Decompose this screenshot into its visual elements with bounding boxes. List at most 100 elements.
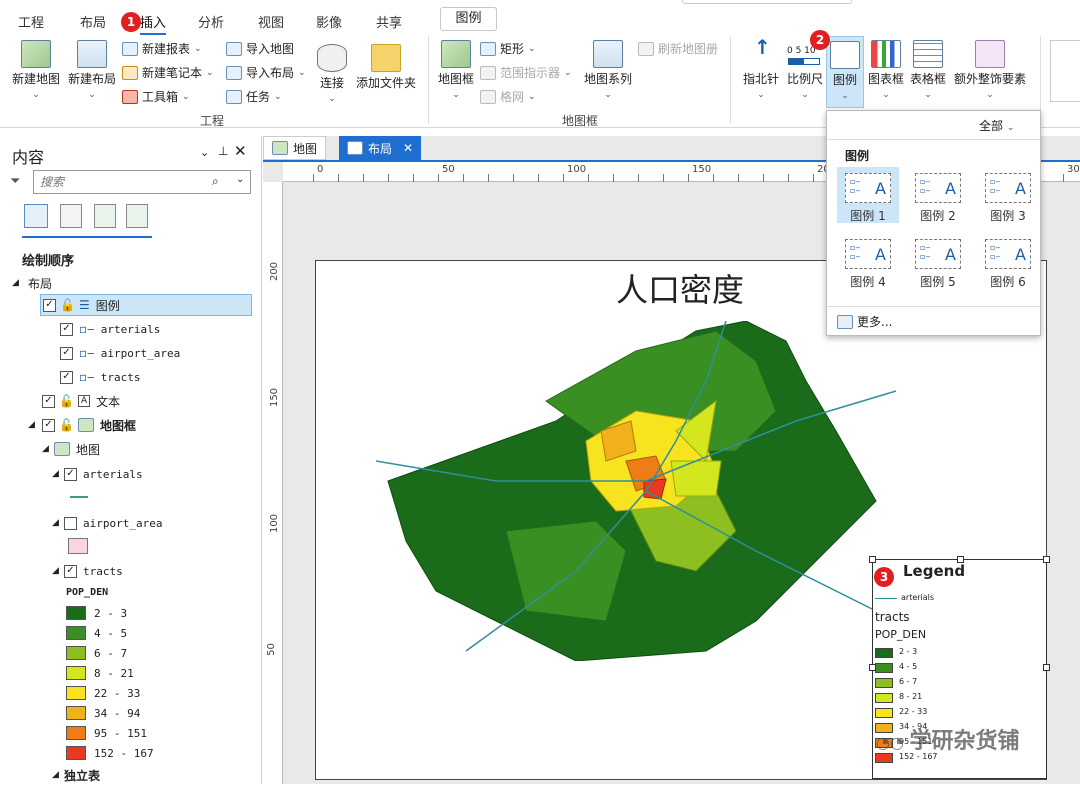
pane-options-icon[interactable]: ⌄	[200, 146, 209, 159]
legend-checkbox[interactable]: ✓	[43, 298, 56, 312]
tree-legend-arterials[interactable]: ✓ ▫‒ arterials	[60, 318, 160, 340]
toolbox-button[interactable]: 工具箱 ⌄	[122, 88, 190, 105]
class-row[interactable]: 8 - 21	[66, 662, 134, 684]
tree-layout[interactable]: ◢ 布局	[0, 272, 52, 294]
tree-legend-airport[interactable]: ✓ ▫‒ airport_area	[60, 342, 180, 364]
north-arrow-button[interactable]: ↑ 指北针 ⌄	[740, 35, 782, 102]
class-row[interactable]: 4 - 5	[66, 622, 127, 644]
map-frame-button[interactable]: 地图框 ⌄	[436, 40, 476, 102]
search-icon[interactable]: ⌕	[212, 174, 219, 189]
gallery-more-button[interactable]: 更多...	[837, 313, 892, 330]
import-map-button[interactable]: 导入地图	[226, 40, 294, 57]
new-map-button[interactable]: 新建地图 ⌄	[8, 40, 64, 102]
airport-symbol[interactable]	[68, 538, 88, 554]
legend-style-5[interactable]: ▫‒ ▫‒ A 图例 5	[907, 233, 969, 289]
tree-legend-tracts[interactable]: ✓ ▫‒ tracts	[60, 366, 141, 388]
tree-tracts[interactable]: ◢ ✓ tracts	[52, 560, 123, 582]
legend-button[interactable]: 图例 ⌄	[826, 36, 864, 108]
grid-button[interactable]: 格网 ⌄	[480, 88, 536, 105]
tab-insert[interactable]: 插入	[140, 12, 167, 35]
class-row[interactable]: 152 - 167	[66, 742, 154, 764]
legend-style-icon: ▫‒ ▫‒ A	[915, 173, 961, 203]
ruler-label: 300	[1067, 164, 1080, 175]
layout-page[interactable]: 人口密度 Legend arterials tracts POP_DEN 2 -…	[315, 260, 1050, 780]
class-swatch[interactable]	[66, 666, 86, 680]
new-notebook-button[interactable]: 新建笔记本 ⌄	[122, 64, 214, 81]
class-label: 34 - 94	[94, 706, 141, 720]
tree-map-frame[interactable]: ◢ ✓ 🔓 地图框	[28, 414, 136, 436]
tab-analysis[interactable]: 分析	[198, 12, 224, 31]
class-swatch[interactable]	[66, 746, 86, 760]
arterials-symbol[interactable]	[70, 496, 88, 498]
class-row[interactable]: 2 - 3	[66, 602, 127, 624]
tree-standalone-tables[interactable]: ◢ 独立表	[52, 764, 100, 786]
wechat-icon: ◔◔	[876, 733, 910, 752]
table-frame-button[interactable]: 表格框 ⌄	[906, 40, 950, 102]
class-swatch[interactable]	[66, 726, 86, 740]
map-series-button[interactable]: 地图系列 ⌄	[582, 40, 634, 102]
tab-layout[interactable]: 布局	[80, 12, 106, 31]
lock-icon[interactable]: 🔓	[59, 394, 74, 408]
list-by-selection-icon[interactable]	[94, 204, 116, 228]
pin-icon[interactable]: ⊥	[218, 144, 228, 158]
tree-legend[interactable]: ✓ 🔓 ☰ 图例	[40, 294, 252, 316]
new-report-button[interactable]: 新建报表 ⌄	[122, 40, 202, 57]
close-icon[interactable]: ✕	[234, 142, 247, 160]
tab-legend-context[interactable]: 图例	[440, 7, 497, 31]
new-layout-button[interactable]: 新建布局 ⌄	[64, 40, 120, 102]
list-by-drawing-order-icon[interactable]	[24, 204, 48, 228]
extent-indicator-button[interactable]: 范围指示器 ⌄	[480, 64, 572, 81]
tab-project[interactable]: 工程	[18, 12, 44, 31]
map-title-text[interactable]: 人口密度	[616, 265, 744, 311]
chart-frame-button[interactable]: 图表框 ⌄	[866, 40, 906, 102]
tree-text[interactable]: ✓ 🔓 A 文本	[42, 390, 120, 412]
tab-view[interactable]: 视图	[258, 12, 284, 31]
class-swatch[interactable]	[66, 646, 86, 660]
resize-handle[interactable]	[1043, 556, 1050, 563]
list-by-data-source-icon[interactable]	[60, 204, 82, 228]
class-swatch[interactable]	[66, 706, 86, 720]
doc-tab-map[interactable]: 地图	[263, 136, 327, 160]
class-row[interactable]: 6 - 7	[66, 642, 127, 664]
legend-style-1[interactable]: ▫‒ ▫‒ A 图例 1	[837, 167, 899, 223]
class-swatch[interactable]	[66, 606, 86, 620]
active-view-indicator	[22, 236, 152, 238]
tab-share[interactable]: 共享	[376, 12, 402, 31]
resize-handle[interactable]	[957, 556, 964, 563]
lock-icon[interactable]: 🔓	[60, 298, 75, 312]
resize-handle[interactable]	[869, 664, 876, 671]
tree-airport-area[interactable]: ◢ airport_area	[52, 512, 162, 534]
tab-imagery[interactable]: 影像	[316, 12, 342, 31]
resize-handle[interactable]	[869, 556, 876, 563]
tree-arterials[interactable]: ◢ ✓ arterials	[52, 463, 143, 485]
title-search-box[interactable]	[682, 0, 852, 4]
resize-handle[interactable]	[1043, 664, 1050, 671]
north-arrow-icon: ↑	[754, 35, 771, 59]
add-folder-button[interactable]: 添加文件夹	[354, 44, 418, 90]
tree-map[interactable]: ◢ 地图	[42, 438, 100, 460]
text-symbols-gallery[interactable]	[1050, 40, 1080, 102]
refresh-map-book-button[interactable]: 刷新地图册	[638, 40, 718, 57]
class-row[interactable]: 95 - 151	[66, 722, 147, 744]
class-row[interactable]: 22 - 33	[66, 682, 140, 704]
map-frame[interactable]	[376, 321, 896, 661]
close-tab-icon[interactable]: ✕	[403, 141, 413, 155]
lock-icon[interactable]: 🔓	[59, 418, 74, 432]
legend-style-4[interactable]: ▫‒ ▫‒ A 图例 4	[837, 233, 899, 289]
chevron-down-icon[interactable]: ⌄	[236, 174, 244, 185]
list-by-editing-icon[interactable]	[126, 204, 148, 228]
class-row[interactable]: 34 - 94	[66, 702, 140, 724]
import-layout-button[interactable]: 导入布局 ⌄	[226, 64, 306, 81]
legend-style-3[interactable]: ▫‒ ▫‒ A 图例 3	[977, 167, 1039, 223]
class-swatch[interactable]	[66, 626, 86, 640]
extra-elements-button[interactable]: 额外整饰要素 ⌄	[952, 40, 1028, 102]
task-button[interactable]: 任务 ⌄	[226, 88, 282, 105]
gallery-filter[interactable]: 全部 ⌄	[979, 117, 1014, 134]
rectangle-button[interactable]: 矩形 ⌄	[480, 40, 536, 57]
filter-icon[interactable]: ⏷	[10, 174, 20, 189]
legend-style-6[interactable]: ▫‒ ▫‒ A 图例 6	[977, 233, 1039, 289]
doc-tab-layout[interactable]: 布局 ✕	[339, 136, 422, 160]
class-swatch[interactable]	[66, 686, 86, 700]
legend-style-2[interactable]: ▫‒ ▫‒ A 图例 2	[907, 167, 969, 223]
connect-button[interactable]: 连接 ⌄	[312, 44, 352, 106]
